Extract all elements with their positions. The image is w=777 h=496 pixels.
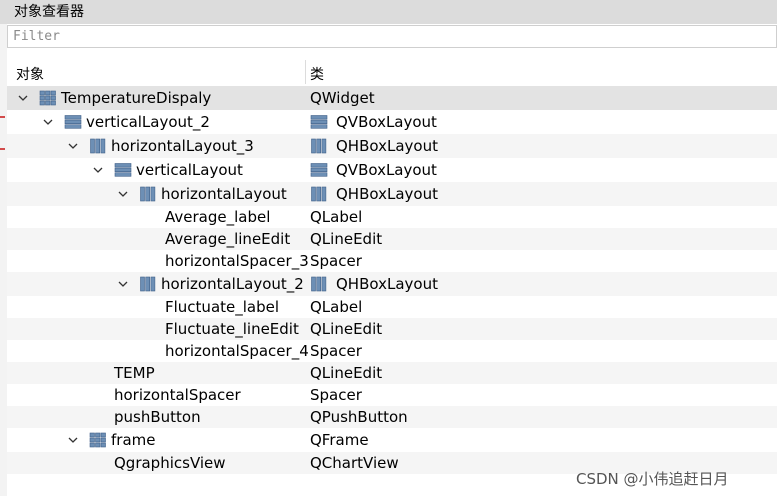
object-name: pushButton <box>114 408 201 426</box>
grid-icon <box>89 432 107 448</box>
object-name: verticalLayout_2 <box>86 113 210 131</box>
object-name: horizontalSpacer_3 <box>165 252 309 270</box>
chevron-down-icon[interactable] <box>92 164 104 176</box>
chevron-down-icon[interactable] <box>117 188 129 200</box>
column-header-class[interactable]: 类 <box>310 64 324 84</box>
class-name: QLineEdit <box>310 230 383 248</box>
edge-marker <box>0 148 5 150</box>
tree-row[interactable]: TEMP QLineEdit <box>7 362 777 384</box>
left-edge-strip <box>0 24 7 496</box>
hbox-layout-icon <box>310 186 328 202</box>
tree-row[interactable]: horizontalSpacer Spacer <box>7 384 777 406</box>
tree-row[interactable]: frame QFrame <box>7 428 777 452</box>
tree-row[interactable]: Fluctuate_label QLabel <box>7 296 777 318</box>
object-name: TemperatureDispaly <box>61 89 212 107</box>
tree-row[interactable]: verticalLayout QVBoxLayout <box>7 158 777 182</box>
vbox-layout-icon <box>114 162 132 178</box>
tree-row[interactable]: Fluctuate_lineEdit QLineEdit <box>7 318 777 340</box>
object-tree[interactable]: 对象 类 TemperatureDispaly QWidget verticalLa… <box>7 58 777 496</box>
tree-row[interactable]: horizontalSpacer_3 Spacer <box>7 250 777 272</box>
class-name: QLineEdit <box>310 364 383 382</box>
object-name: horizontalSpacer_4 <box>165 342 309 360</box>
object-inspector-title: 对象查看器 <box>0 0 777 24</box>
vbox-layout-icon <box>64 114 82 130</box>
tree-row[interactable]: pushButton QPushButton <box>7 406 777 428</box>
class-name: QLineEdit <box>310 320 383 338</box>
object-name: frame <box>111 431 156 449</box>
class-name: Spacer <box>310 386 362 404</box>
chevron-down-icon[interactable] <box>17 92 29 104</box>
tree-row[interactable]: verticalLayout_2 QVBoxLayout <box>7 110 777 134</box>
class-name: QHBoxLayout <box>336 275 438 293</box>
column-header-object[interactable]: 对象 <box>16 64 44 84</box>
object-name: verticalLayout <box>136 161 243 179</box>
tree-row[interactable]: horizontalLayout QHBoxLayout <box>7 182 777 206</box>
object-name: Average_label <box>165 208 271 226</box>
object-name: horizontalLayout <box>161 185 287 203</box>
filter-input[interactable] <box>7 25 777 48</box>
chevron-down-icon[interactable] <box>42 116 54 128</box>
class-name: QLabel <box>310 298 363 316</box>
class-name: QVBoxLayout <box>336 161 437 179</box>
class-name: QFrame <box>310 431 369 449</box>
edge-marker <box>0 116 5 118</box>
object-name: TEMP <box>114 364 155 382</box>
chevron-down-icon[interactable] <box>67 434 79 446</box>
tree-row[interactable]: horizontalSpacer_4 Spacer <box>7 340 777 362</box>
tree-row[interactable]: Average_lineEdit QLineEdit <box>7 228 777 250</box>
hbox-layout-icon <box>89 138 107 154</box>
hbox-layout-icon <box>139 186 157 202</box>
watermark: CSDN @小伟追赶日月 <box>576 470 729 488</box>
column-separator[interactable] <box>305 60 306 84</box>
tree-row[interactable]: horizontalLayout_2 QHBoxLayout <box>7 272 777 296</box>
class-name: QPushButton <box>310 408 408 426</box>
class-name: QLabel <box>310 208 363 226</box>
tree-row[interactable]: TemperatureDispaly QWidget <box>7 86 777 110</box>
object-name: Average_lineEdit <box>165 230 291 248</box>
object-name: QgraphicsView <box>114 454 226 472</box>
object-name: horizontalLayout_3 <box>111 137 254 155</box>
vbox-layout-icon <box>310 114 328 130</box>
object-name: Fluctuate_label <box>165 298 280 316</box>
class-name: Spacer <box>310 342 362 360</box>
class-name: QHBoxLayout <box>336 137 438 155</box>
object-name: Fluctuate_lineEdit <box>165 320 299 338</box>
object-name: horizontalSpacer <box>114 386 241 404</box>
vbox-layout-icon <box>310 162 328 178</box>
class-name: QVBoxLayout <box>336 113 437 131</box>
grid-icon <box>39 90 57 106</box>
hbox-layout-icon <box>310 138 328 154</box>
hbox-layout-icon <box>139 276 157 292</box>
hbox-layout-icon <box>310 276 328 292</box>
tree-header: 对象 类 <box>7 58 777 87</box>
tree-row[interactable]: horizontalLayout_3 QHBoxLayout <box>7 134 777 158</box>
tree-row[interactable]: Average_label QLabel <box>7 206 777 228</box>
class-name: QChartView <box>310 454 399 472</box>
class-name: QHBoxLayout <box>336 185 438 203</box>
object-name: horizontalLayout_2 <box>161 275 304 293</box>
chevron-down-icon[interactable] <box>67 140 79 152</box>
class-name: QWidget <box>310 89 375 107</box>
chevron-down-icon[interactable] <box>117 278 129 290</box>
class-name: Spacer <box>310 252 362 270</box>
